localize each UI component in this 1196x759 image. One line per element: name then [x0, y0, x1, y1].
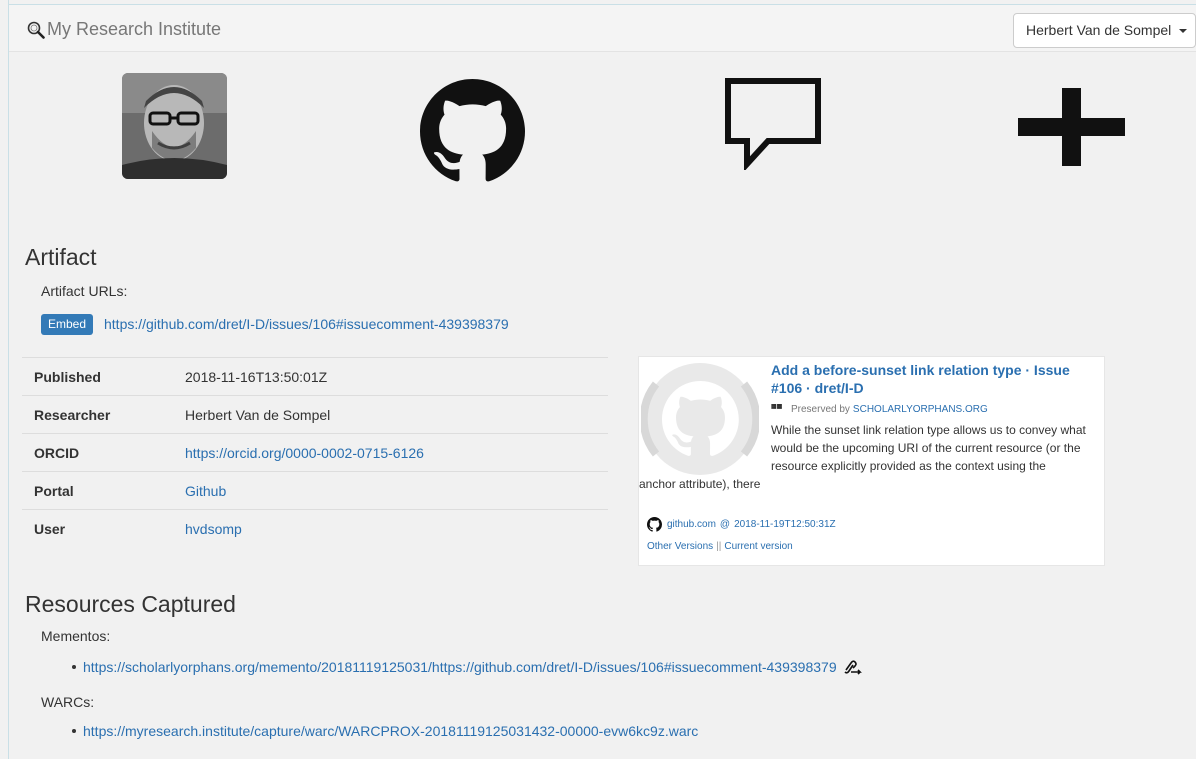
orcid-link[interactable]: https://orcid.org/0000-0002-0715-6126 [185, 445, 424, 461]
card-at-sign: @ [719, 519, 731, 530]
card-desc-line: While the sunset link relation type allo… [771, 423, 1086, 437]
magnifier-icon [27, 21, 45, 39]
card-description: While the sunset link relation type allo… [639, 421, 1105, 493]
table-row: ORCID https://orcid.org/0000-0002-0715-6… [22, 433, 608, 472]
version-separator: || [716, 541, 722, 552]
card-datetime-link[interactable]: 2018-11-19T12:50:31Z [734, 519, 836, 530]
card-footer: github.com @ 2018-11-19T12:50:31Z [647, 517, 836, 532]
published-value: 2018-11-16T13:50:01Z [185, 368, 328, 385]
card-title-link[interactable]: Add a before-sunset link relation type ·… [771, 361, 1101, 397]
caret-down-icon [1179, 29, 1188, 34]
memento-card: Add a before-sunset link relation type ·… [638, 356, 1105, 566]
current-version-link[interactable]: Current version [724, 541, 792, 552]
preserved-by: ▦▦ Preserved by SCHOLARLYORPHANS.ORG [771, 403, 988, 416]
other-versions-link[interactable]: Other Versions [647, 541, 713, 552]
warc-link[interactable]: https://myresearch.institute/capture/war… [83, 723, 698, 739]
table-row: Portal Github [22, 471, 608, 510]
artifact-heading: Artifact [25, 244, 97, 270]
user-menu-button[interactable]: Herbert Van de Sompel [1013, 13, 1196, 48]
bullet [72, 729, 76, 733]
portal-key: Portal [34, 482, 74, 499]
github-icon[interactable] [420, 79, 525, 184]
list-item: https://scholarlyorphans.org/memento/201… [72, 659, 863, 675]
card-desc-line: would be the upcoming URI of the current… [771, 441, 1081, 455]
artifact-urls-label: Artifact URLs: [41, 283, 128, 299]
card-desc-line: resource explicitly provided as the cont… [771, 459, 1046, 473]
brand[interactable]: My Research Institute [27, 19, 221, 40]
portal-link[interactable]: Github [185, 483, 226, 499]
card-version-links: Other Versions || Current version [647, 541, 793, 552]
user-key: User [34, 520, 66, 537]
artifact-metadata-table: Published 2018-11-16T13:50:01Z Researche… [22, 357, 608, 548]
published-key: Published [34, 368, 101, 385]
researcher-value: Herbert Van de Sompel [185, 406, 331, 423]
github-small-icon [647, 517, 662, 532]
chain-link-icon[interactable] [843, 659, 863, 675]
mementos-label: Mementos: [41, 628, 111, 644]
user-link[interactable]: hvdsomp [185, 521, 242, 537]
resources-heading: Resources Captured [25, 591, 236, 617]
avatar-portrait [122, 73, 227, 179]
plus-icon[interactable] [1018, 88, 1125, 166]
brand-label: My Research Institute [47, 19, 222, 39]
table-row: Researcher Herbert Van de Sompel [22, 395, 608, 434]
user-menu-label: Herbert Van de Sompel [1026, 22, 1172, 38]
table-row: Published 2018-11-16T13:50:01Z [22, 357, 608, 396]
card-desc-line: anchor attribute), there [639, 477, 761, 491]
preserved-by-label: Preserved by [791, 404, 850, 415]
artifact-url-link[interactable]: https://github.com/dret/I-D/issues/106#i… [104, 316, 509, 332]
icon-row [0, 70, 1196, 185]
researcher-key: Researcher [34, 406, 111, 423]
card-site-link[interactable]: github.com [667, 519, 716, 530]
embed-button[interactable]: Embed [41, 314, 93, 335]
table-row: User hvdsomp [22, 509, 608, 548]
navbar: My Research Institute Herbert Van de Som… [9, 5, 1196, 52]
bullet [72, 665, 76, 669]
warcs-label: WARCs: [41, 694, 95, 710]
researcher-avatar[interactable] [122, 73, 227, 179]
orcid-key: ORCID [34, 444, 80, 461]
archive-logo-icon: ▦▦ [771, 403, 783, 410]
speech-bubble-icon[interactable] [723, 76, 823, 170]
memento-link[interactable]: https://scholarlyorphans.org/memento/201… [83, 659, 837, 675]
list-item: https://myresearch.institute/capture/war… [72, 723, 698, 739]
preserved-by-link[interactable]: SCHOLARLYORPHANS.ORG [853, 404, 988, 415]
